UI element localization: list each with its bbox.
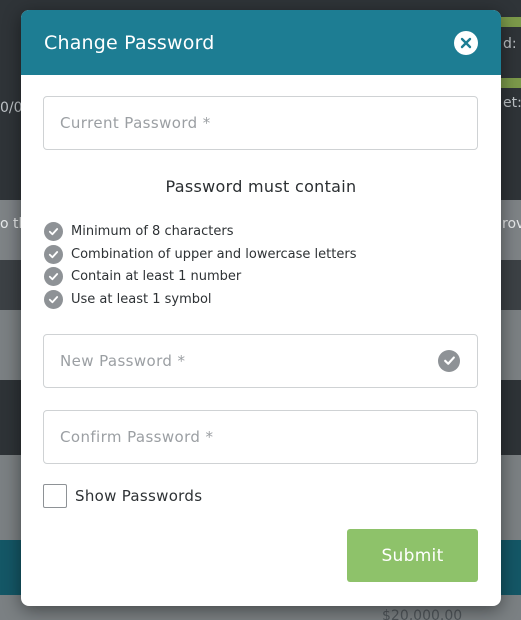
modal-title: Change Password	[44, 31, 215, 54]
requirements-title: Password must contain	[165, 177, 357, 196]
requirement-item: Combination of upper and lowercase lette…	[44, 243, 479, 266]
background-text: rov	[502, 216, 521, 232]
check-circle-icon	[44, 221, 63, 241]
show-passwords-label[interactable]: Show Passwords	[75, 487, 202, 505]
confirm-password-placeholder: Confirm Password *	[60, 427, 214, 446]
requirement-label: Combination of upper and lowercase lette…	[71, 246, 357, 262]
check-circle-icon	[44, 267, 63, 287]
check-circle-icon	[438, 349, 460, 372]
background-text: d: 8	[503, 36, 521, 52]
requirement-item: Minimum of 8 characters	[44, 220, 479, 243]
requirements-list: Minimum of 8 characters Combination of u…	[44, 220, 479, 311]
show-passwords-row: Show Passwords	[43, 483, 479, 508]
requirement-item: Use at least 1 symbol	[44, 288, 479, 311]
new-password-placeholder: New Password *	[60, 351, 186, 370]
check-circle-icon	[44, 289, 63, 309]
background-text: $20,000.00	[382, 608, 463, 620]
modal-header: Change Password	[21, 10, 501, 75]
background-text: 0/0	[0, 100, 23, 116]
submit-button[interactable]: Submit	[347, 529, 478, 582]
background-text: et: $	[503, 95, 521, 111]
close-icon[interactable]	[454, 30, 478, 55]
modal-body: Current Password * Password must contain…	[21, 75, 501, 508]
check-circle-icon	[44, 244, 63, 264]
requirement-label: Minimum of 8 characters	[71, 223, 234, 239]
requirement-label: Use at least 1 symbol	[71, 291, 212, 307]
change-password-modal: Change Password Current Password * Passw…	[21, 10, 501, 606]
current-password-placeholder: Current Password *	[60, 114, 211, 132]
requirement-label: Contain at least 1 number	[71, 269, 242, 285]
confirm-password-input[interactable]: Confirm Password *	[43, 409, 478, 464]
show-passwords-checkbox[interactable]	[43, 483, 67, 508]
requirement-item: Contain at least 1 number	[44, 265, 479, 288]
new-password-input[interactable]: New Password *	[43, 333, 478, 388]
current-password-input[interactable]: Current Password *	[43, 96, 478, 150]
